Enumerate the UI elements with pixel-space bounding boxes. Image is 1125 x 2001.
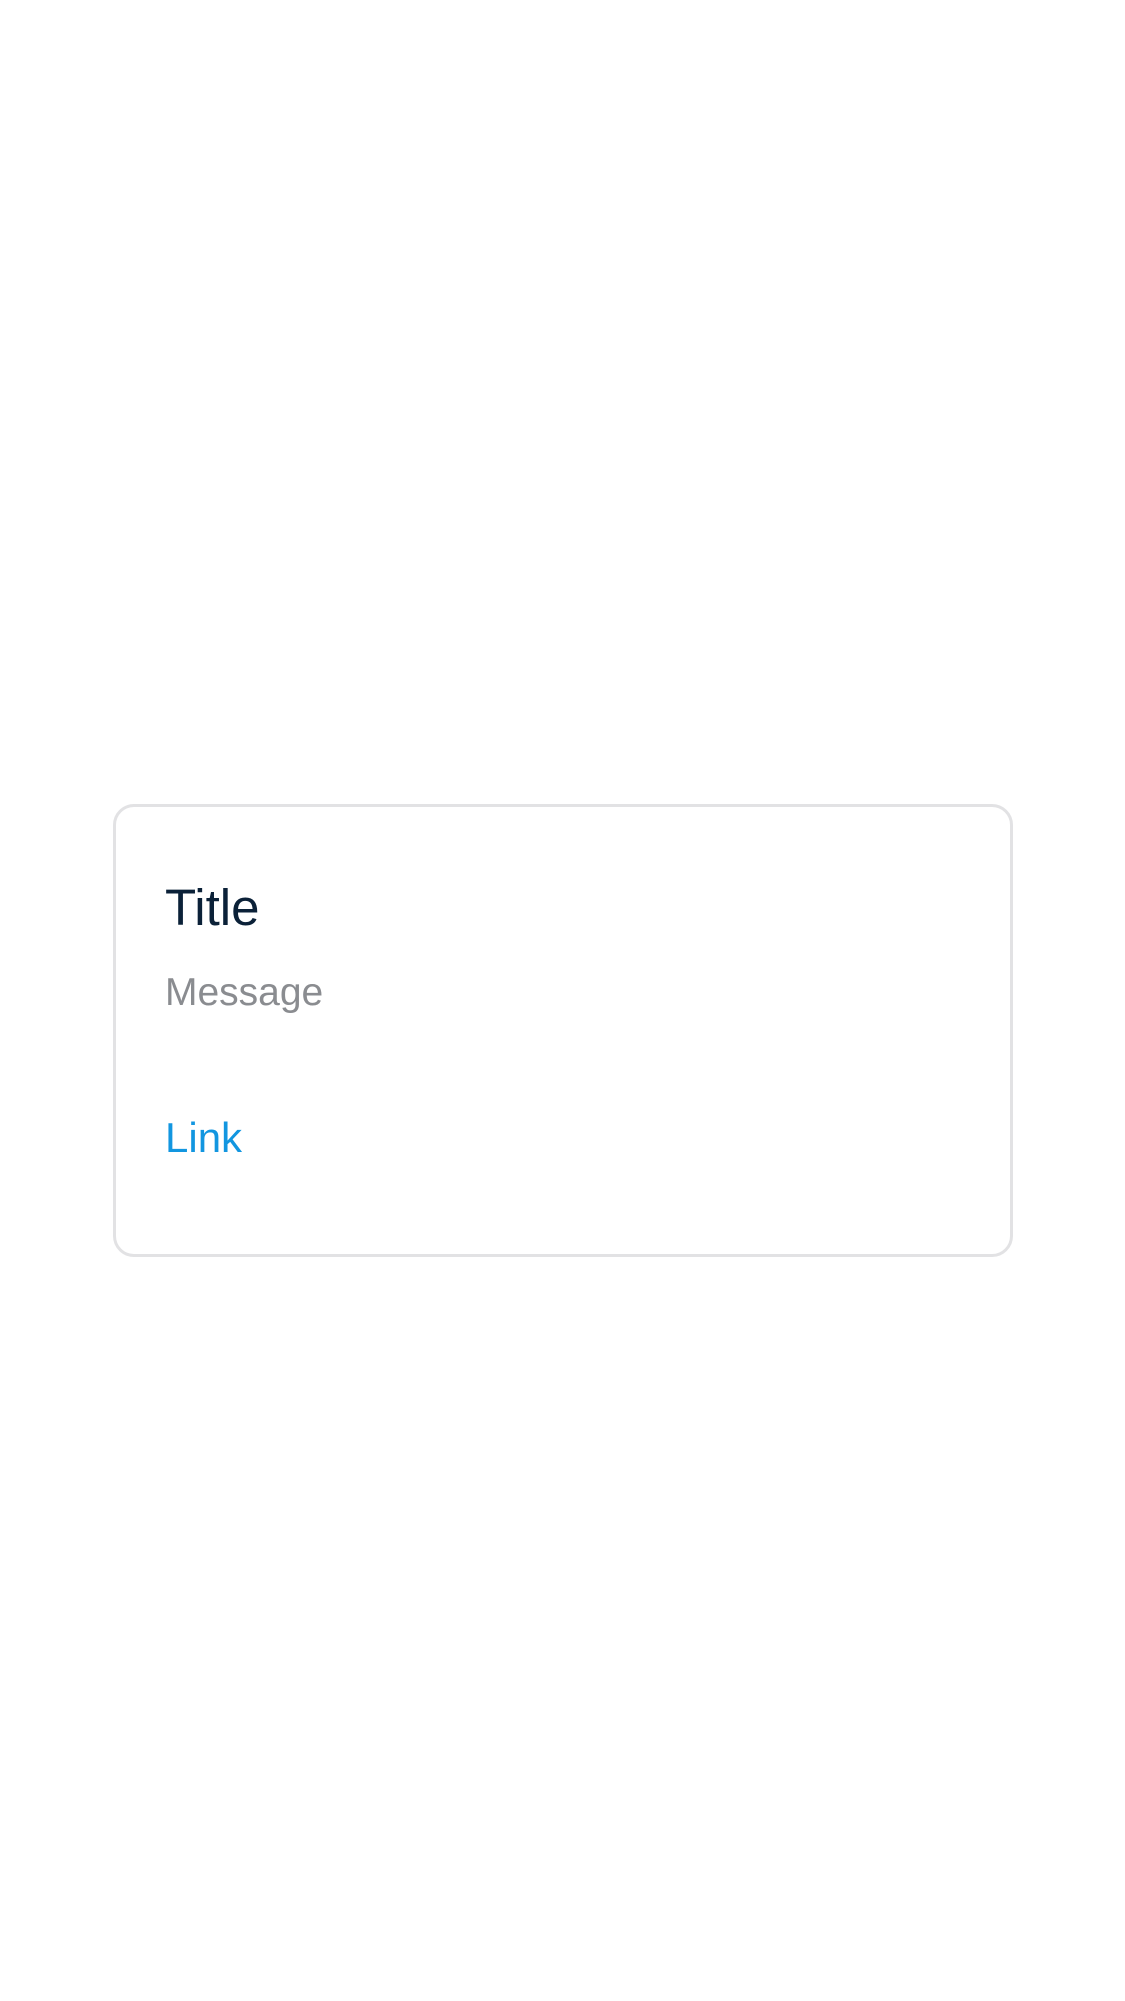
card-message: Message — [165, 971, 324, 1014]
card-link[interactable]: Link — [165, 1112, 242, 1164]
screen: Title Message Link — [0, 0, 1125, 2001]
message-card: Title Message Link — [113, 804, 1013, 1257]
card-title: Title — [165, 879, 260, 936]
